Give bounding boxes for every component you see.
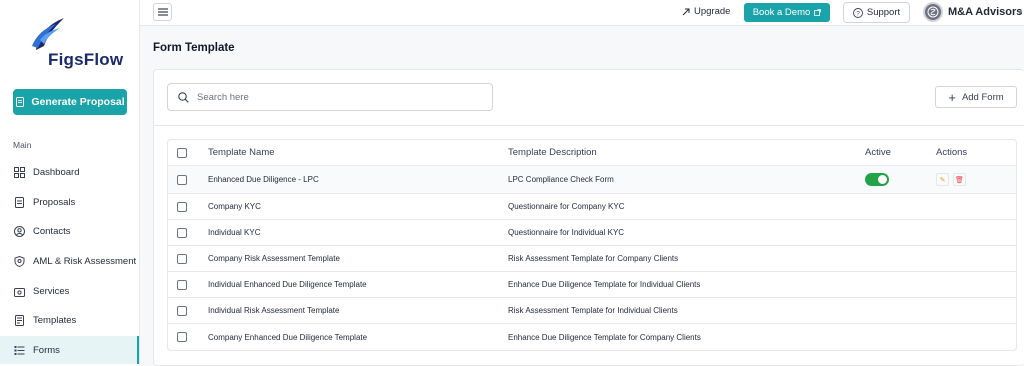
nav-section-label: Main [13, 140, 32, 150]
sidebar-item-label: Forms [33, 344, 60, 356]
help-circle-icon: ? [852, 7, 863, 18]
logo-text: FigsFlow [48, 50, 124, 69]
book-demo-button[interactable]: Book a Demo [744, 3, 830, 22]
topbar: Upgrade Book a Demo ? Support M&A Adviso… [140, 0, 1024, 26]
sidebar-item-proposals[interactable]: Proposals [0, 188, 139, 216]
table-row[interactable]: Company Enhanced Due Diligence Template … [168, 324, 1016, 350]
search-box[interactable] [167, 83, 493, 111]
generate-proposal-label: Generate Proposal [31, 96, 125, 108]
sidebar-item-label: Templates [33, 314, 77, 326]
org-avatar[interactable] [923, 2, 943, 22]
document-icon [16, 97, 25, 107]
template-description-cell: Enhance Due Diligence Template for Compa… [508, 332, 701, 342]
template-icon [14, 314, 25, 326]
row-checkbox[interactable] [177, 305, 187, 316]
row-checkbox[interactable] [177, 279, 187, 290]
template-description-cell: LPC Compliance Check Form [508, 175, 614, 184]
select-all-checkbox[interactable] [177, 147, 187, 158]
template-name-cell[interactable]: Company Risk Assessment Template [208, 254, 508, 263]
search-icon [178, 91, 189, 103]
sidebar-item-label: Proposals [33, 196, 76, 208]
list-icon [14, 345, 25, 356]
row-checkbox[interactable] [177, 227, 187, 238]
table-header: Template Name Template Description Activ… [168, 140, 1016, 166]
chevron-down-icon[interactable]: ▾ [1018, 8, 1022, 17]
sidebar-item-label: Dashboard [33, 166, 80, 178]
header-template-description[interactable]: Template Description [508, 147, 865, 158]
support-button[interactable]: ? Support [843, 2, 910, 23]
grid-icon [14, 166, 25, 178]
org-logo-icon [927, 6, 939, 18]
upgrade-link[interactable]: Upgrade [682, 6, 730, 17]
form-template-table: Template Name Template Description Activ… [167, 139, 1017, 351]
org-name[interactable]: M&A Advisors [948, 6, 1022, 18]
sidebar-item-label: AML & Risk Assessment [33, 255, 137, 267]
shield-icon [14, 255, 25, 267]
external-link-icon [814, 9, 822, 16]
sidebar-item-label: Services [33, 285, 70, 297]
template-name-cell[interactable]: Individual Risk Assessment Template [208, 306, 508, 315]
search-input[interactable] [197, 91, 477, 103]
sidebar-item-aml-risk-assessment[interactable]: AML & Risk Assessment [0, 247, 139, 275]
book-demo-label: Book a Demo [752, 7, 811, 18]
template-name-cell[interactable]: Company Enhanced Due Diligence Template [208, 333, 508, 342]
template-description-cell: Enhance Due Diligence Template for Indiv… [508, 280, 701, 289]
header-actions: Actions [936, 147, 968, 158]
table-row[interactable]: Individual Enhanced Due Diligence Templa… [168, 272, 1016, 298]
template-name-cell[interactable]: Enhanced Due Diligence - LPC [208, 175, 508, 184]
form-template-card: + Add Form Template Name Template Descri… [153, 69, 1024, 366]
sidebar-item-label: Contacts [33, 225, 71, 237]
edit-icon[interactable]: ✎ [936, 173, 949, 186]
row-checkbox[interactable] [177, 174, 187, 185]
table-row[interactable]: Company KYC Questionnaire for Company KY… [168, 194, 1016, 220]
template-description-cell: Risk Assessment Template for Individual … [508, 306, 678, 315]
sidebar-item-dashboard[interactable]: Dashboard [0, 158, 139, 186]
add-form-button[interactable]: + Add Form [935, 86, 1017, 108]
briefcase-icon [14, 286, 25, 297]
template-description-cell: Questionnaire for Individual KYC [508, 228, 625, 237]
table-row[interactable]: Company Risk Assessment Template Risk As… [168, 246, 1016, 272]
arrow-up-right-icon [682, 8, 690, 15]
hamburger-icon [157, 8, 168, 16]
template-name-cell[interactable]: Individual Enhanced Due Diligence Templa… [208, 280, 508, 289]
header-active: Active [865, 147, 891, 158]
template-name-cell[interactable]: Company KYC [208, 202, 508, 211]
row-checkbox[interactable] [177, 201, 187, 212]
table-row[interactable]: Individual KYC Questionnaire for Individ… [168, 220, 1016, 246]
upgrade-label: Upgrade [694, 6, 731, 17]
trash-icon[interactable]: 🗑 [953, 173, 966, 186]
template-name-cell[interactable]: Individual KYC [208, 228, 508, 237]
svg-text:?: ? [856, 10, 860, 17]
row-checkbox[interactable] [177, 253, 187, 264]
header-template-name[interactable]: Template Name [208, 147, 508, 158]
contact-icon [14, 225, 25, 237]
template-description-cell: Risk Assessment Template for Company Cli… [508, 254, 679, 263]
generate-proposal-button[interactable]: Generate Proposal [13, 89, 127, 115]
table-row[interactable]: Individual Risk Assessment Template Risk… [168, 298, 1016, 324]
sidebar: FigsFlow Generate Proposal Main Dashboar… [0, 0, 140, 366]
active-toggle[interactable] [865, 173, 889, 186]
sidebar-item-templates[interactable]: Templates [0, 306, 139, 334]
add-form-label: Add Form [961, 91, 1004, 103]
sidebar-item-services[interactable]: Services [0, 277, 139, 305]
support-label: Support [866, 7, 901, 18]
template-description-cell: Questionnaire for Company KYC [508, 202, 625, 211]
sidebar-item-contacts[interactable]: Contacts [0, 217, 139, 245]
sidebar-item-forms[interactable]: Forms [0, 336, 139, 364]
logo-mark-icon [32, 18, 64, 50]
menu-toggle-button[interactable] [153, 3, 172, 21]
table-row[interactable]: Enhanced Due Diligence - LPC LPC Complia… [168, 166, 1016, 194]
document-icon [14, 196, 25, 208]
divider [154, 125, 1024, 126]
figsflow-logo[interactable]: FigsFlow [30, 16, 123, 70]
plus-icon: + [948, 89, 956, 105]
row-checkbox[interactable] [177, 332, 187, 342]
page-title: Form Template [153, 42, 235, 54]
